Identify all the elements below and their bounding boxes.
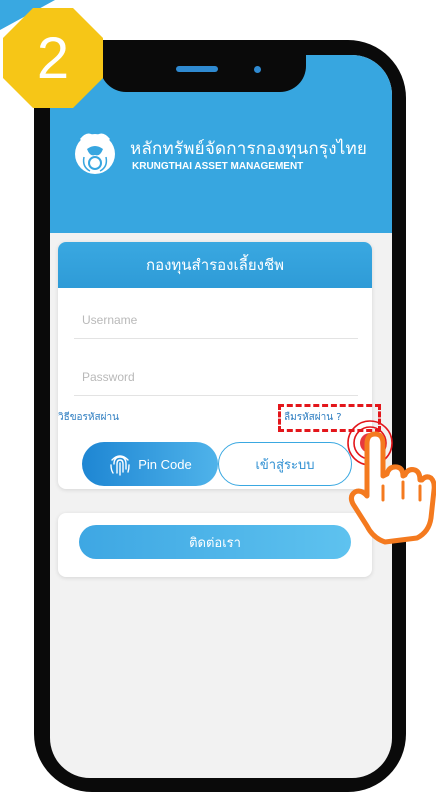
brand-name-english: KRUNGTHAI ASSET MANAGEMENT xyxy=(132,161,304,172)
hand-pointer-icon xyxy=(348,431,436,545)
login-card-title: กองทุนสำรองเลี้ยงชีพ xyxy=(145,256,285,274)
front-camera xyxy=(254,66,261,73)
garuda-logo-icon xyxy=(75,133,115,174)
login-button[interactable]: เข้าสู่ระบบ xyxy=(218,442,352,486)
step-number: 2 xyxy=(36,25,70,91)
pin-code-label: Pin Code xyxy=(138,456,192,472)
request-password-link[interactable]: วิธีขอรหัสผ่าน xyxy=(58,410,119,425)
speaker-grille xyxy=(176,66,218,72)
phone-notch xyxy=(100,40,306,92)
contact-us-label: ติดต่อเรา xyxy=(189,535,241,551)
brand-name-thai: หลักทรัพย์จัดการกองทุนกรุงไทย xyxy=(130,139,368,159)
username-placeholder: Username xyxy=(82,313,138,327)
username-field[interactable]: Username xyxy=(74,305,358,339)
contact-card: ติดต่อเรา xyxy=(58,513,372,577)
login-card: กองทุนสำรองเลี้ยงชีพ Username Password ว… xyxy=(58,242,372,489)
pin-code-button[interactable]: Pin Code xyxy=(82,442,218,486)
password-placeholder: Password xyxy=(82,370,135,384)
login-button-label: เข้าสู่ระบบ xyxy=(255,457,315,473)
step-badge: 2 xyxy=(3,8,103,108)
login-card-header: กองทุนสำรองเลี้ยงชีพ xyxy=(58,242,372,288)
contact-us-button[interactable]: ติดต่อเรา xyxy=(79,525,351,559)
password-field[interactable]: Password xyxy=(74,362,358,396)
fingerprint-icon xyxy=(110,455,130,476)
